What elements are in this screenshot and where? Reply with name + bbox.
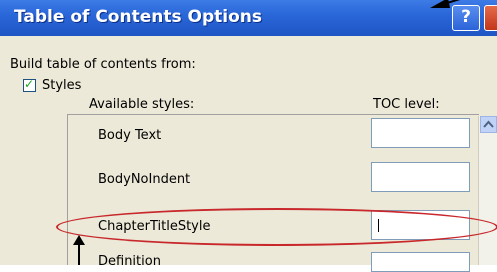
style-name: BodyNoIndent	[98, 172, 191, 187]
style-name: Body Text	[98, 128, 162, 143]
styles-checkbox-label: Styles	[42, 78, 82, 93]
chevron-up-icon	[483, 120, 494, 128]
toc-level-input[interactable]	[371, 252, 470, 272]
toc-level-input[interactable]	[371, 118, 470, 148]
styles-checkbox[interactable]: ✓	[23, 77, 36, 92]
toc-options-dialog: Table of Contents Options ? Build table …	[0, 0, 497, 272]
annotation-arrow-up-icon	[73, 235, 85, 265]
checkmark-icon: ✓	[24, 77, 35, 91]
close-button[interactable]	[484, 5, 497, 31]
annotation-arrow-icon	[430, 0, 461, 8]
highlight-ellipse	[56, 208, 497, 246]
toc-level-header: TOC level:	[373, 97, 440, 112]
dialog-title: Table of Contents Options	[14, 7, 262, 27]
styles-scrollbar[interactable]	[478, 116, 497, 265]
toc-level-input[interactable]	[371, 162, 470, 192]
build-from-label: Build table of contents from:	[10, 57, 196, 72]
available-styles-header: Available styles:	[89, 97, 195, 112]
style-name: Definition	[98, 254, 161, 269]
scroll-up-button[interactable]	[480, 116, 497, 133]
